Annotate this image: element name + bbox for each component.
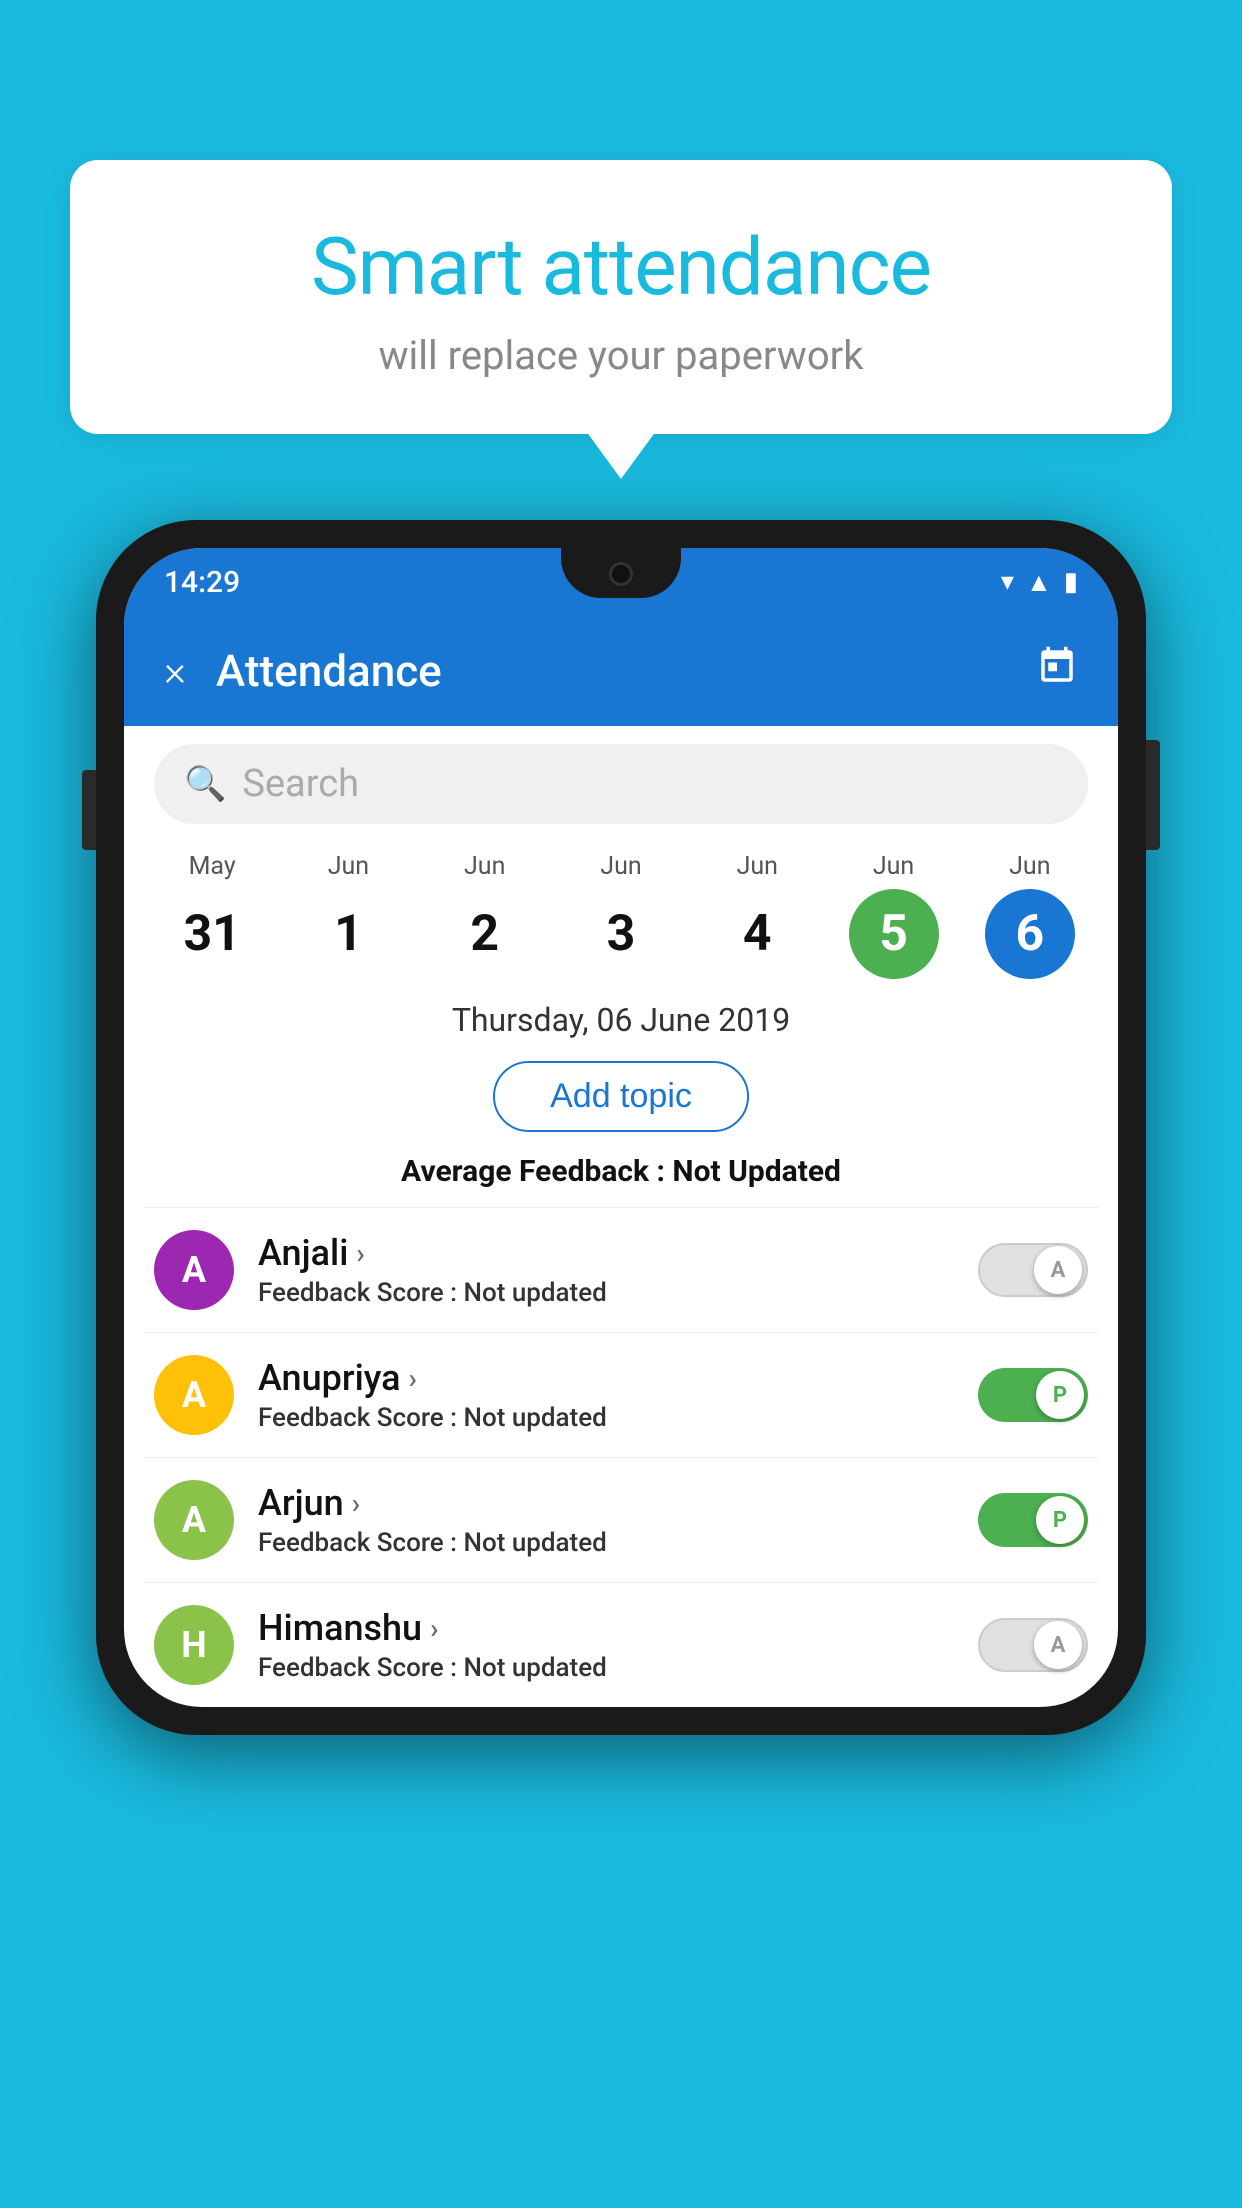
student-feedback-1: Feedback Score : Not updated (258, 1403, 954, 1433)
attendance-toggle-2[interactable]: P (978, 1493, 1088, 1547)
student-list: A Anjali › Feedback Score : Not updated … (124, 1208, 1118, 1707)
feedback-label-1: Feedback Score : (258, 1403, 457, 1433)
front-camera (609, 562, 633, 586)
signal-icon: ▲ (1026, 567, 1052, 598)
student-name-0[interactable]: Anjali › (258, 1232, 954, 1274)
app-bar: × Attendance (124, 616, 1118, 726)
student-info-3: Himanshu › Feedback Score : Not updated (258, 1607, 954, 1683)
cal-date-4: 4 (712, 889, 802, 979)
app-title: Attendance (216, 645, 1006, 697)
speech-bubble: Smart attendance will replace your paper… (70, 160, 1172, 434)
cal-date-2: 2 (440, 889, 530, 979)
phone-screen: 14:29 ▾ ▲ ▮ × Attendance 🔍 (124, 548, 1118, 1707)
cal-month-2: Jun (464, 852, 505, 881)
student-feedback-0: Feedback Score : Not updated (258, 1278, 954, 1308)
add-topic-button[interactable]: Add topic (493, 1061, 749, 1132)
status-bar: 14:29 ▾ ▲ ▮ (124, 548, 1118, 616)
cal-day-0[interactable]: May 31 (144, 852, 280, 979)
cal-day-4[interactable]: Jun 4 (689, 852, 825, 979)
cal-month-5: Jun (873, 852, 914, 881)
toggle-knob-3: A (1034, 1621, 1082, 1669)
student-avatar-3: H (154, 1605, 234, 1685)
search-placeholder: Search (242, 762, 359, 806)
feedback-value-1: Not updated (464, 1403, 607, 1433)
student-avatar-2: A (154, 1480, 234, 1560)
cal-month-6: Jun (1009, 852, 1050, 881)
speech-bubble-container: Smart attendance will replace your paper… (70, 160, 1172, 434)
cal-day-2[interactable]: Jun 2 (417, 852, 553, 979)
cal-day-3[interactable]: Jun 3 (553, 852, 689, 979)
cal-date-5-today: 5 (849, 889, 939, 979)
student-info-0: Anjali › Feedback Score : Not updated (258, 1232, 954, 1308)
battery-icon: ▮ (1064, 567, 1078, 597)
student-item-1: A Anupriya › Feedback Score : Not update… (124, 1333, 1118, 1457)
avg-feedback-row: Average Feedback : Not Updated (124, 1142, 1118, 1207)
search-bar[interactable]: 🔍 Search (154, 744, 1088, 824)
student-avatar-1: A (154, 1355, 234, 1435)
cal-month-3: Jun (600, 852, 641, 881)
cal-date-3: 3 (576, 889, 666, 979)
cal-day-5[interactable]: Jun 5 (825, 852, 961, 979)
cal-month-1: Jun (328, 852, 369, 881)
status-time: 14:29 (164, 565, 240, 600)
chevron-icon-2: › (352, 1487, 360, 1520)
feedback-label-2: Feedback Score : (258, 1528, 457, 1558)
student-name-1[interactable]: Anupriya › (258, 1357, 954, 1399)
notch (561, 548, 681, 598)
chevron-icon-1: › (409, 1362, 417, 1395)
chevron-icon-3: › (430, 1612, 438, 1645)
cal-day-1[interactable]: Jun 1 (280, 852, 416, 979)
feedback-value-2: Not updated (464, 1528, 607, 1558)
cal-month-4: Jun (737, 852, 778, 881)
avg-feedback-value: Not Updated (672, 1154, 841, 1189)
bubble-subtitle: will replace your paperwork (120, 332, 1122, 379)
attendance-toggle-3[interactable]: A (978, 1618, 1088, 1672)
cal-date-1: 1 (303, 889, 393, 979)
student-item-2: A Arjun › Feedback Score : Not updated P (124, 1458, 1118, 1582)
student-name-3[interactable]: Himanshu › (258, 1607, 954, 1649)
toggle-knob-2: P (1036, 1496, 1084, 1544)
feedback-label-0: Feedback Score : (258, 1278, 457, 1308)
student-item-0: A Anjali › Feedback Score : Not updated … (124, 1208, 1118, 1332)
selected-date-label: Thursday, 06 June 2019 (124, 989, 1118, 1051)
feedback-label-3: Feedback Score : (258, 1653, 457, 1683)
feedback-value-0: Not updated (464, 1278, 607, 1308)
status-icons: ▾ ▲ ▮ (1001, 567, 1078, 598)
bubble-title: Smart attendance (120, 220, 1122, 314)
phone-container: 14:29 ▾ ▲ ▮ × Attendance 🔍 (96, 520, 1146, 1735)
chevron-icon-0: › (356, 1237, 364, 1270)
student-name-2[interactable]: Arjun › (258, 1482, 954, 1524)
cal-month-0: May (189, 852, 236, 881)
student-feedback-2: Feedback Score : Not updated (258, 1528, 954, 1558)
phone-outer: 14:29 ▾ ▲ ▮ × Attendance 🔍 (96, 520, 1146, 1735)
student-avatar-0: A (154, 1230, 234, 1310)
student-info-2: Arjun › Feedback Score : Not updated (258, 1482, 954, 1558)
attendance-toggle-1[interactable]: P (978, 1368, 1088, 1422)
calendar-svg-icon (1036, 645, 1078, 687)
student-feedback-3: Feedback Score : Not updated (258, 1653, 954, 1683)
student-item-3: H Himanshu › Feedback Score : Not update… (124, 1583, 1118, 1707)
avg-feedback-label: Average Feedback : (401, 1154, 665, 1189)
wifi-icon: ▾ (1001, 567, 1014, 597)
cal-date-0: 31 (167, 889, 257, 979)
search-icon: 🔍 (184, 764, 226, 804)
student-info-1: Anupriya › Feedback Score : Not updated (258, 1357, 954, 1433)
calendar-strip: May 31 Jun 1 Jun 2 Jun 3 Jun 4 (124, 842, 1118, 989)
toggle-knob-0: A (1034, 1246, 1082, 1294)
calendar-icon[interactable] (1036, 645, 1078, 697)
cal-date-6-selected: 6 (985, 889, 1075, 979)
toggle-knob-1: P (1036, 1371, 1084, 1419)
cal-day-6[interactable]: Jun 6 (962, 852, 1098, 979)
attendance-toggle-0[interactable]: A (978, 1243, 1088, 1297)
feedback-value-3: Not updated (464, 1653, 607, 1683)
close-button[interactable]: × (164, 647, 186, 696)
